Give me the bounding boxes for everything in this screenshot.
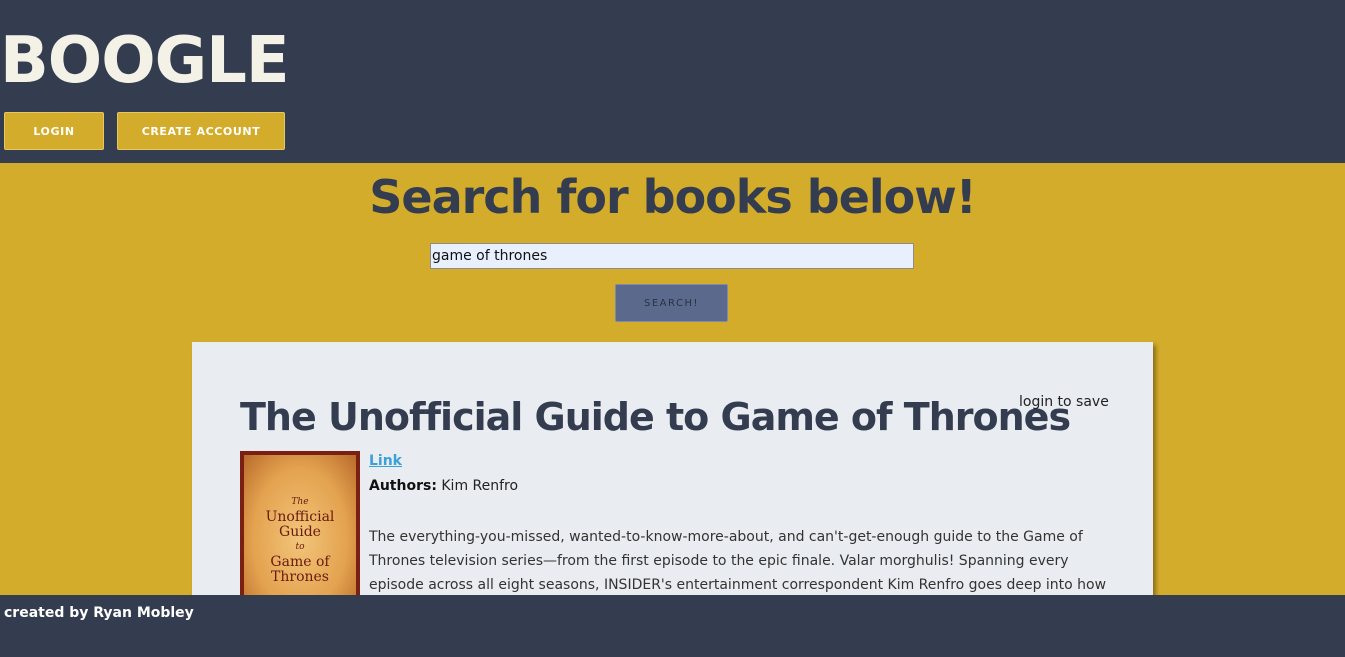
authors-label: Authors: [369, 478, 437, 494]
site-logo: BOOGLE [0, 24, 290, 98]
book-cover-image: The Unofficial Guide to Game of Thrones [240, 451, 360, 611]
book-title: The Unofficial Guide to Game of Thrones [240, 395, 1071, 439]
footer: created by Ryan Mobley [0, 595, 1345, 657]
book-link[interactable]: Link [369, 453, 402, 469]
footer-credit: created by Ryan Mobley [4, 605, 194, 621]
create-account-button[interactable]: CREATE ACCOUNT [117, 112, 285, 150]
authors-value: Kim Renfro [441, 478, 519, 494]
book-authors: Authors: Kim Renfro [369, 478, 518, 494]
login-to-save-text: login to save [1019, 394, 1109, 410]
search-button[interactable]: SEARCH! [615, 284, 728, 322]
header: BOOGLE LOGIN CREATE ACCOUNT [0, 0, 1345, 163]
search-input[interactable] [430, 243, 914, 269]
search-heading: Search for books below! [369, 170, 977, 224]
search-section: Search for books below! SEARCH! The Unof… [0, 163, 1345, 642]
cover-title: The Unofficial Guide to Game of Thrones [265, 497, 335, 585]
login-button[interactable]: LOGIN [4, 112, 104, 150]
